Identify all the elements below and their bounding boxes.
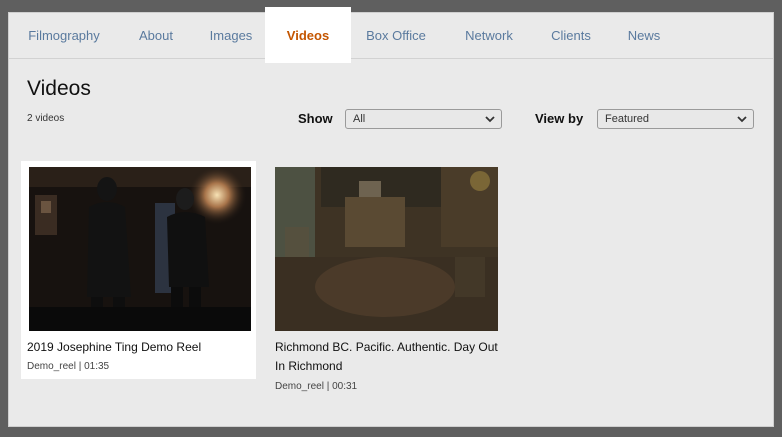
tab-images[interactable]: Images [193,13,269,58]
video-meta: Demo_reel | 01:35 [27,361,110,372]
show-label: Show [298,111,333,126]
video-title[interactable]: Richmond BC. Pacific. Authentic. Day Out… [275,338,507,376]
tab-network[interactable]: Network [445,13,533,58]
tab-filmography[interactable]: Filmography [9,13,119,58]
video-meta: Demo_reel | 00:31 [275,381,358,392]
video-card[interactable]: 2019 Josephine Ting Demo Reel Demo_reel … [21,161,256,379]
show-select[interactable]: All [345,109,502,129]
profile-panel: Filmography About Images Videos Box Offi… [8,7,774,427]
tab-news[interactable]: News [609,13,679,58]
tab-bar: Filmography About Images Videos Box Offi… [9,7,773,63]
video-thumbnail[interactable] [275,167,498,331]
video-count: 2 videos [27,113,65,124]
tab-box-office[interactable]: Box Office [347,13,445,58]
tab-videos[interactable]: Videos [265,7,351,63]
tab-clients[interactable]: Clients [533,13,609,58]
chevron-down-icon [485,116,495,123]
page-title: Videos [27,77,91,100]
chevron-down-icon [737,116,747,123]
viewby-select[interactable]: Featured [597,109,754,129]
video-thumbnail[interactable] [29,167,251,331]
viewby-label: View by [535,111,584,126]
tab-about[interactable]: About [119,13,193,58]
video-thumbnail-image [29,167,251,331]
show-select-value: All [353,113,366,125]
video-thumbnail-image [275,167,498,331]
video-title[interactable]: 2019 Josephine Ting Demo Reel [27,338,252,357]
viewby-select-value: Featured [605,113,650,125]
video-card[interactable]: Richmond BC. Pacific. Authentic. Day Out… [269,161,509,401]
